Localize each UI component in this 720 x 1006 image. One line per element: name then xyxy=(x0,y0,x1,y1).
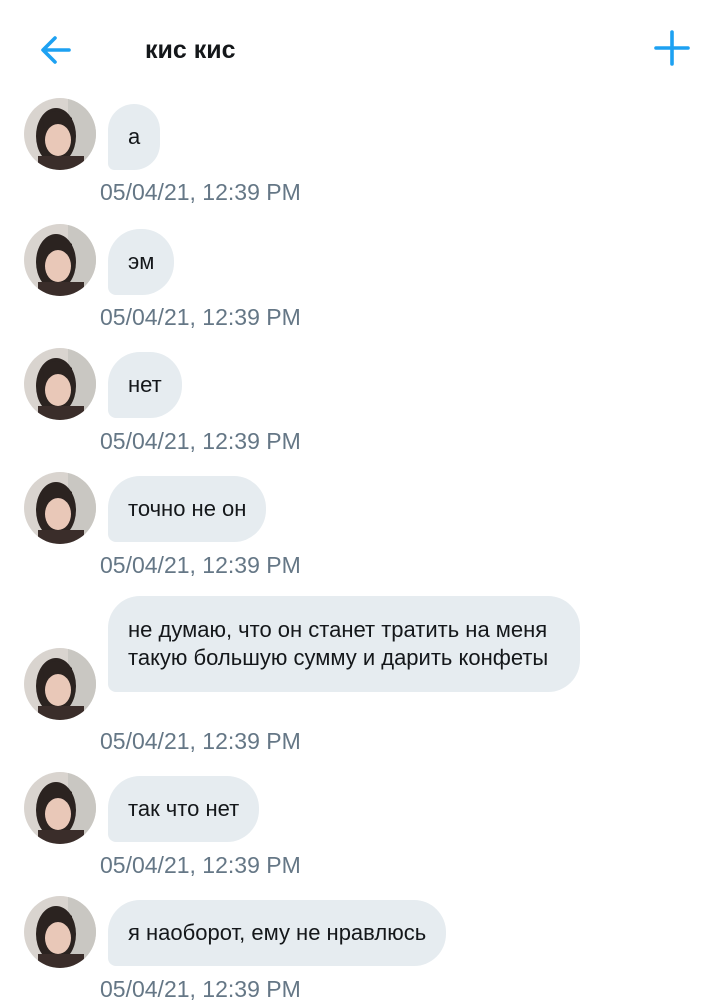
message-bubble[interactable]: а xyxy=(108,104,161,170)
avatar[interactable] xyxy=(24,772,96,844)
message-bubble[interactable]: эм xyxy=(108,229,175,295)
avatar[interactable] xyxy=(24,224,96,296)
message-bubble[interactable]: нет xyxy=(108,352,182,418)
message-bubble[interactable]: не думаю, что он станет тратить на меня … xyxy=(108,596,580,692)
message-bubble[interactable]: точно не он xyxy=(108,476,267,542)
message-timestamp: 05/04/21, 12:39 PM xyxy=(100,304,301,330)
message-list: а 05/04/21, 12:39 PM эм 05/04/21, 12:39 … xyxy=(0,0,720,1006)
avatar[interactable] xyxy=(24,348,96,420)
message-timestamp: 05/04/21, 12:39 PM xyxy=(100,428,301,454)
avatar[interactable] xyxy=(24,472,96,544)
avatar[interactable] xyxy=(24,648,96,720)
message-bubble[interactable]: я наоборот, ему не нравлюсь xyxy=(108,900,447,966)
message-timestamp: 05/04/21, 12:39 PM xyxy=(100,852,301,878)
message-timestamp: 05/04/21, 12:39 PM xyxy=(100,728,301,754)
message-timestamp: 05/04/21, 12:39 PM xyxy=(100,179,301,205)
message-timestamp: 05/04/21, 12:39 PM xyxy=(100,976,301,1002)
avatar[interactable] xyxy=(24,896,96,968)
message-timestamp: 05/04/21, 12:39 PM xyxy=(100,552,301,578)
avatar[interactable] xyxy=(24,98,96,170)
message-bubble[interactable]: так что нет xyxy=(108,776,260,842)
